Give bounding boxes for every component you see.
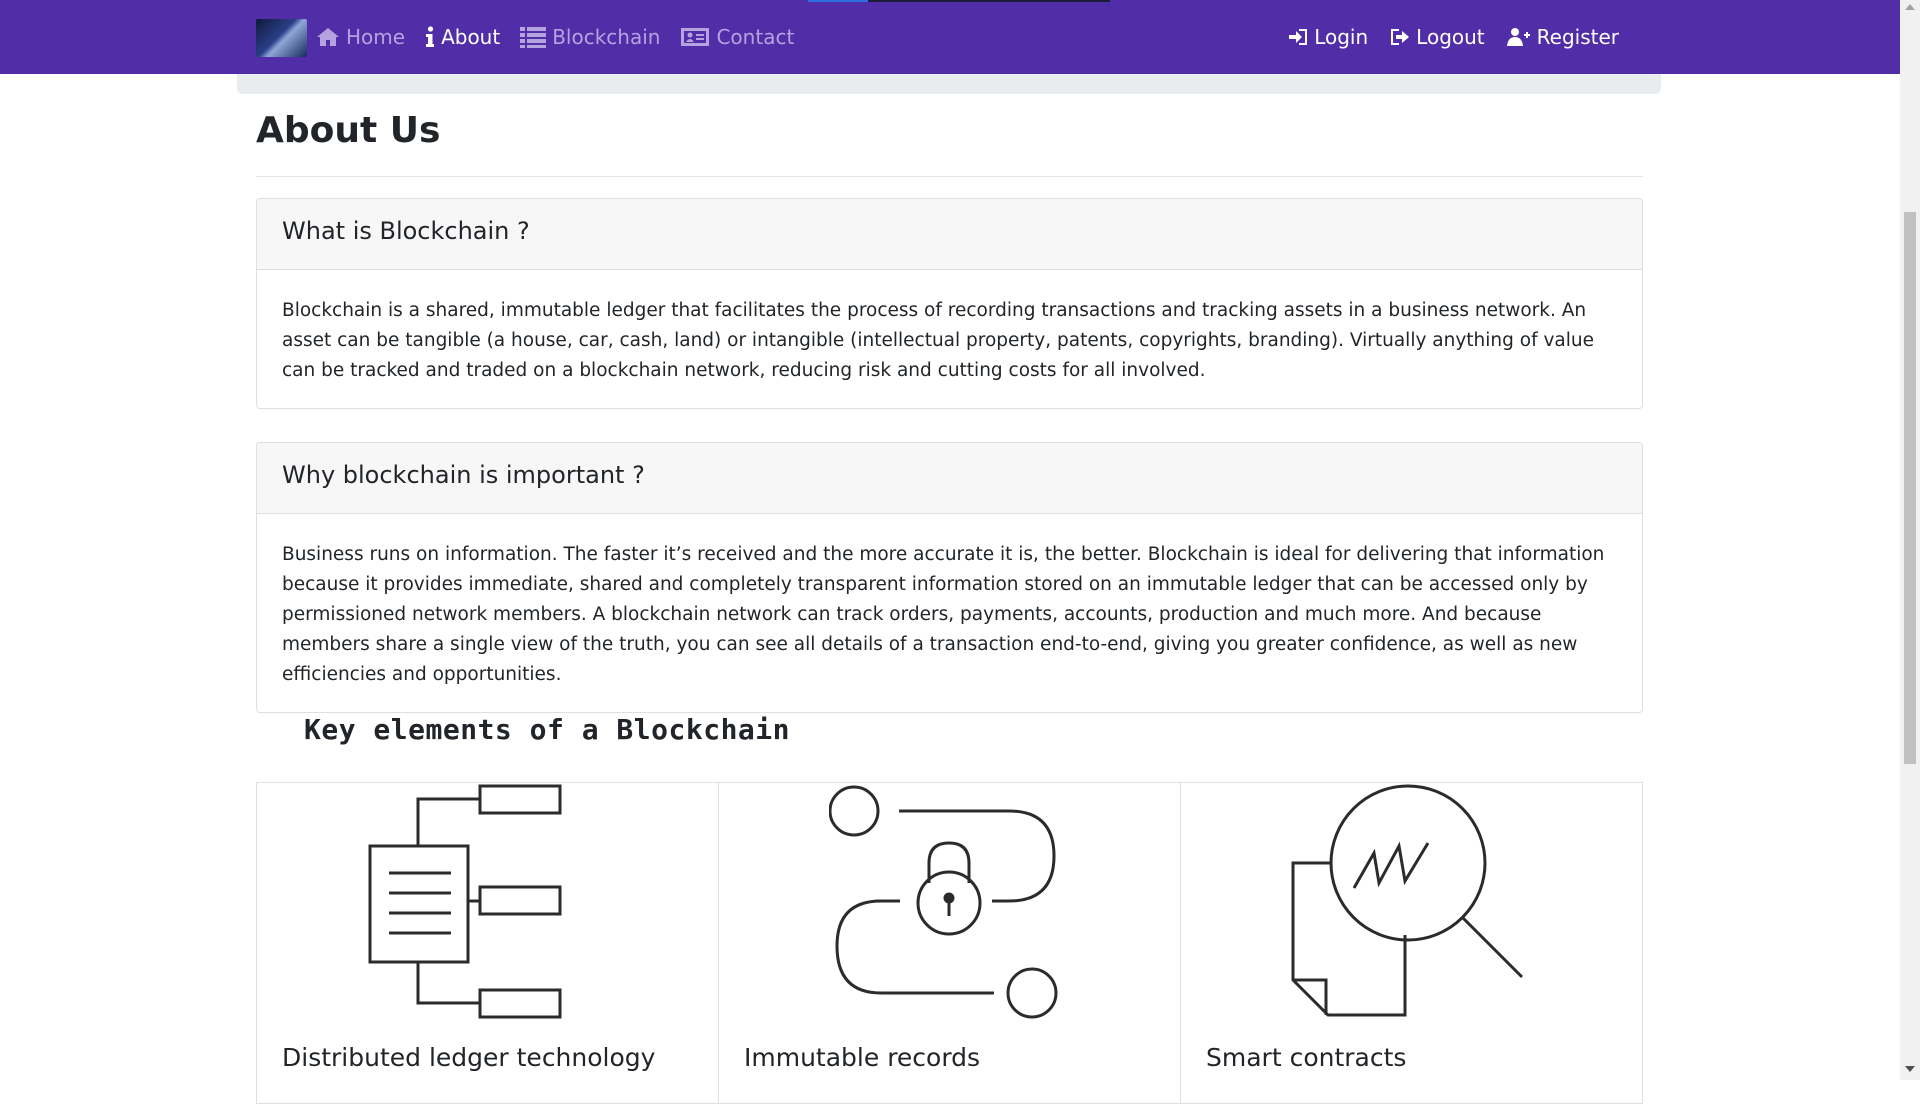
navbar: Home About Blockchain Contact Login Logo… [0,0,1900,74]
nav-blockchain-link[interactable]: Blockchain [520,25,660,49]
card-body: Blockchain is a shared, immutable ledger… [282,300,1595,381]
nav-home-label: Home [346,25,406,49]
info-icon [426,26,435,47]
scroll-down-arrow-icon[interactable] [1905,1066,1915,1072]
feature-card: Immutable records [719,783,1181,1103]
card-header: What is Blockchain ? [257,199,1642,270]
scrollbar-thumb[interactable] [1904,212,1916,764]
nav-left-menu: Home About Blockchain Contact [316,0,814,74]
scroll-up-arrow-icon[interactable] [1905,4,1915,10]
home-icon [317,28,339,46]
feature-label: Immutable records [744,1043,981,1072]
nav-login-label: Login [1314,25,1369,49]
nav-about-label: About [441,25,501,49]
nav-about-link[interactable]: About [425,25,500,49]
page-title: About Us [256,110,441,151]
brand-logo[interactable] [256,19,307,57]
immutable-records-lock-icon [829,785,1058,1019]
nav-contact-label: Contact [716,25,795,49]
page-scrollbar[interactable] [1900,0,1920,1080]
feature-label: Distributed ledger technology [282,1043,656,1072]
nav-contact-link[interactable]: Contact [680,25,794,49]
list-icon [520,27,547,48]
key-elements-title: Key elements of a Blockchain [304,713,791,746]
nav-home-link[interactable]: Home [316,25,405,49]
nav-login-link[interactable]: Login [1288,25,1368,49]
nav-logout-link[interactable]: Logout [1390,25,1485,49]
nav-right-menu: Login Logout Register [1266,0,1619,74]
contact-card-icon [681,28,710,46]
key-elements-grid: Distributed ledger technology Immutable … [256,782,1643,1104]
user-plus-icon [1506,28,1530,46]
feature-card: Distributed ledger technology [257,783,719,1103]
why-blockchain-card: Why blockchain is important ? Business r… [256,442,1643,713]
card-header: Why blockchain is important ? [257,443,1642,514]
distributed-ledger-icon [368,784,562,1019]
nav-accent-line [808,0,868,2]
smart-contract-magnifier-icon [1291,784,1524,1017]
nav-logout-label: Logout [1416,25,1485,49]
nav-register-link[interactable]: Register [1506,25,1619,49]
card-body: Business runs on information. The faster… [282,544,1605,685]
title-divider [256,176,1643,177]
nav-register-label: Register [1536,25,1619,49]
feature-card: Smart contracts [1181,783,1642,1103]
feature-label: Smart contracts [1206,1043,1407,1072]
nav-accent-line [868,0,1110,2]
nav-blockchain-label: Blockchain [552,25,661,49]
logout-icon [1391,29,1410,45]
what-is-blockchain-card: What is Blockchain ? Blockchain is a sha… [256,198,1643,409]
login-icon [1289,29,1308,45]
